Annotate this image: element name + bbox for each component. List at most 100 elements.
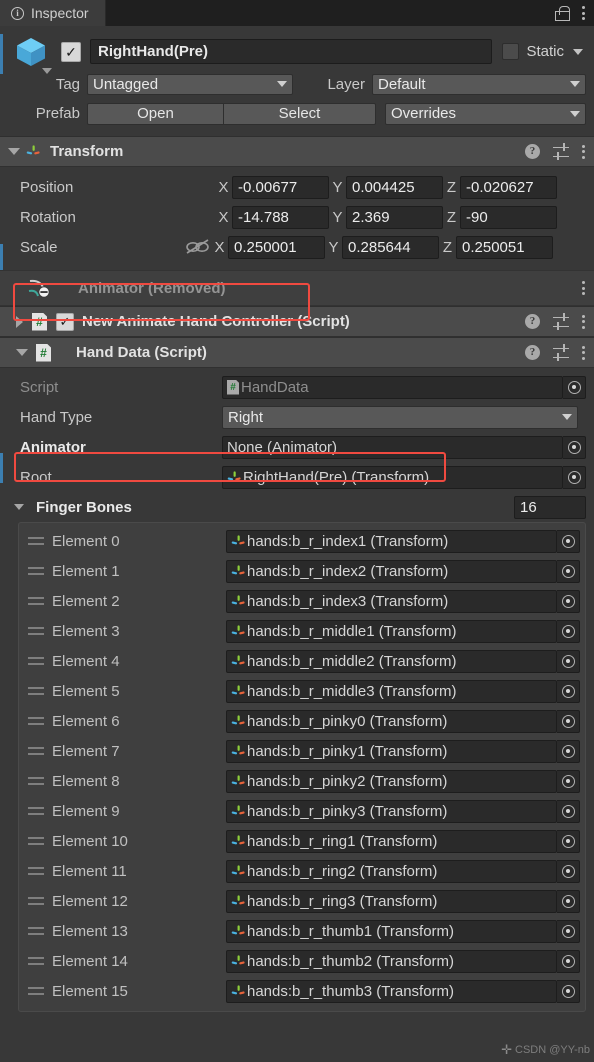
hand-data-kebab-menu-icon[interactable] bbox=[582, 345, 585, 360]
element-object-picker[interactable] bbox=[557, 859, 580, 883]
transform-foldout-icon[interactable] bbox=[8, 148, 20, 155]
constrain-proportions-off-icon[interactable] bbox=[185, 238, 211, 256]
finger-bones-label: Finger Bones bbox=[36, 498, 132, 516]
element-object-picker[interactable] bbox=[557, 529, 580, 553]
element-label: Element 8 bbox=[52, 772, 120, 790]
animator-removed-header[interactable]: Animator (Removed) bbox=[0, 270, 594, 306]
drag-handle-icon[interactable] bbox=[28, 567, 44, 575]
scale-y-field[interactable]: 0.285644 bbox=[342, 235, 439, 259]
scale-z-field[interactable]: 0.250051 bbox=[456, 235, 553, 259]
transform-gizmo-icon bbox=[231, 984, 245, 994]
tag-dropdown[interactable]: Untagged bbox=[87, 73, 293, 95]
element-object-picker[interactable] bbox=[557, 589, 580, 613]
rotation-y-axis-label: Y bbox=[332, 208, 343, 226]
drag-handle-icon[interactable] bbox=[28, 957, 44, 965]
element-value: hands:b_r_pinky3 (Transform) bbox=[247, 802, 448, 820]
position-y-field[interactable]: 0.004425 bbox=[346, 175, 443, 199]
element-object-picker[interactable] bbox=[557, 709, 580, 733]
inspector-kebab-menu-icon[interactable] bbox=[582, 6, 585, 20]
scale-x-field[interactable]: 0.250001 bbox=[228, 235, 325, 259]
element-object-picker[interactable] bbox=[557, 949, 580, 973]
prefab-dropdown-caret-icon[interactable] bbox=[42, 67, 52, 74]
position-x-field[interactable]: -0.00677 bbox=[232, 175, 329, 199]
drag-handle-icon[interactable] bbox=[28, 807, 44, 815]
element-object-picker[interactable] bbox=[557, 799, 580, 823]
help-icon[interactable]: ? bbox=[525, 144, 540, 159]
prefab-cube-icon[interactable] bbox=[14, 35, 52, 74]
hand-controller-kebab-menu-icon[interactable] bbox=[582, 314, 585, 329]
preset-settings-icon[interactable] bbox=[553, 343, 569, 361]
position-z-field[interactable]: -0.020627 bbox=[460, 175, 557, 199]
finger-bones-size-field[interactable]: 16 bbox=[514, 495, 586, 519]
hand-data-foldout-icon[interactable] bbox=[16, 349, 28, 356]
hand-type-label: Hand Type bbox=[20, 408, 93, 426]
hand-type-dropdown[interactable]: Right bbox=[222, 405, 578, 429]
drag-handle-icon[interactable] bbox=[28, 837, 44, 845]
finger-bone-element-row: Element 6 hands:b_r_pinky0 (Transform) bbox=[24, 706, 580, 736]
static-dropdown-caret-icon[interactable] bbox=[573, 48, 583, 55]
handdata-animator-row: Animator None (Animator) bbox=[0, 432, 594, 462]
element-object-picker[interactable] bbox=[557, 889, 580, 913]
drag-handle-icon[interactable] bbox=[28, 777, 44, 785]
transform-component-header[interactable]: Transform ? bbox=[0, 136, 594, 167]
drag-handle-icon[interactable] bbox=[28, 627, 44, 635]
tab-inspector[interactable]: i Inspector bbox=[0, 0, 106, 26]
rotation-z-field[interactable]: -90 bbox=[460, 205, 557, 229]
element-object-picker[interactable] bbox=[557, 829, 580, 853]
drag-handle-icon[interactable] bbox=[28, 537, 44, 545]
element-label: Element 14 bbox=[52, 952, 128, 970]
animator-removed-kebab-menu-icon[interactable] bbox=[582, 281, 585, 295]
drag-handle-icon[interactable] bbox=[28, 927, 44, 935]
drag-handle-icon[interactable] bbox=[28, 747, 44, 755]
prefab-open-button[interactable]: Open bbox=[87, 102, 224, 125]
help-icon[interactable]: ? bbox=[525, 314, 540, 329]
element-value: hands:b_r_ring3 (Transform) bbox=[247, 892, 438, 910]
element-object-picker[interactable] bbox=[557, 919, 580, 943]
help-icon[interactable]: ? bbox=[525, 345, 540, 360]
root-value: RightHand(Pre) (Transform) bbox=[243, 468, 430, 486]
prefab-row: Prefab Open Select Overrides bbox=[0, 96, 594, 126]
gameobject-name-field[interactable]: RightHand(Pre) bbox=[90, 39, 493, 64]
hand-controller-enabled-checkbox[interactable]: ✓ bbox=[56, 312, 74, 331]
drag-handle-icon[interactable] bbox=[28, 987, 44, 995]
lock-open-icon[interactable] bbox=[555, 5, 570, 21]
drag-handle-icon[interactable] bbox=[28, 867, 44, 875]
element-object-picker[interactable] bbox=[557, 739, 580, 763]
hand-controller-header[interactable]: # ✓ New Animate Hand Controller (Script)… bbox=[0, 306, 594, 337]
drag-handle-icon[interactable] bbox=[28, 597, 44, 605]
handdata-animator-field[interactable]: None (Animator) bbox=[222, 435, 563, 459]
rotation-y-field[interactable]: 2.369 bbox=[346, 205, 443, 229]
script-object-picker[interactable] bbox=[563, 375, 586, 399]
preset-settings-icon[interactable] bbox=[553, 142, 569, 160]
static-checkbox[interactable] bbox=[502, 43, 520, 60]
hand-type-value: Right bbox=[228, 408, 264, 426]
element-object-picker[interactable] bbox=[557, 649, 580, 673]
hand-data-header[interactable]: # Hand Data (Script) ? bbox=[0, 337, 594, 368]
transform-gizmo-icon bbox=[231, 864, 245, 874]
prefab-overrides-label: Overrides bbox=[391, 105, 457, 122]
element-object-picker[interactable] bbox=[557, 559, 580, 583]
handdata-animator-object-picker[interactable] bbox=[563, 435, 586, 459]
gameobject-enabled-checkbox[interactable]: ✓ bbox=[61, 41, 81, 62]
hand-controller-foldout-icon[interactable] bbox=[16, 315, 23, 328]
prefab-select-button[interactable]: Select bbox=[224, 102, 376, 125]
prefab-overrides-dropdown[interactable]: Overrides bbox=[385, 102, 586, 125]
transform-kebab-menu-icon[interactable] bbox=[582, 144, 585, 159]
element-value: hands:b_r_thumb3 (Transform) bbox=[247, 982, 455, 1000]
drag-handle-icon[interactable] bbox=[28, 657, 44, 665]
element-object-picker[interactable] bbox=[557, 769, 580, 793]
element-object-picker[interactable] bbox=[557, 619, 580, 643]
finger-bones-foldout-icon[interactable] bbox=[14, 504, 24, 510]
drag-handle-icon[interactable] bbox=[28, 687, 44, 695]
element-label: Element 4 bbox=[52, 652, 120, 670]
drag-handle-icon[interactable] bbox=[28, 897, 44, 905]
preset-settings-icon[interactable] bbox=[553, 312, 569, 330]
element-object-picker[interactable] bbox=[557, 979, 580, 1003]
rotation-x-field[interactable]: -14.788 bbox=[232, 205, 329, 229]
drag-handle-icon[interactable] bbox=[28, 717, 44, 725]
chevron-down-icon bbox=[277, 81, 287, 87]
element-object-picker[interactable] bbox=[557, 679, 580, 703]
element-label: Element 11 bbox=[52, 862, 127, 880]
layer-dropdown[interactable]: Default bbox=[372, 73, 586, 95]
root-object-picker[interactable] bbox=[563, 465, 586, 489]
